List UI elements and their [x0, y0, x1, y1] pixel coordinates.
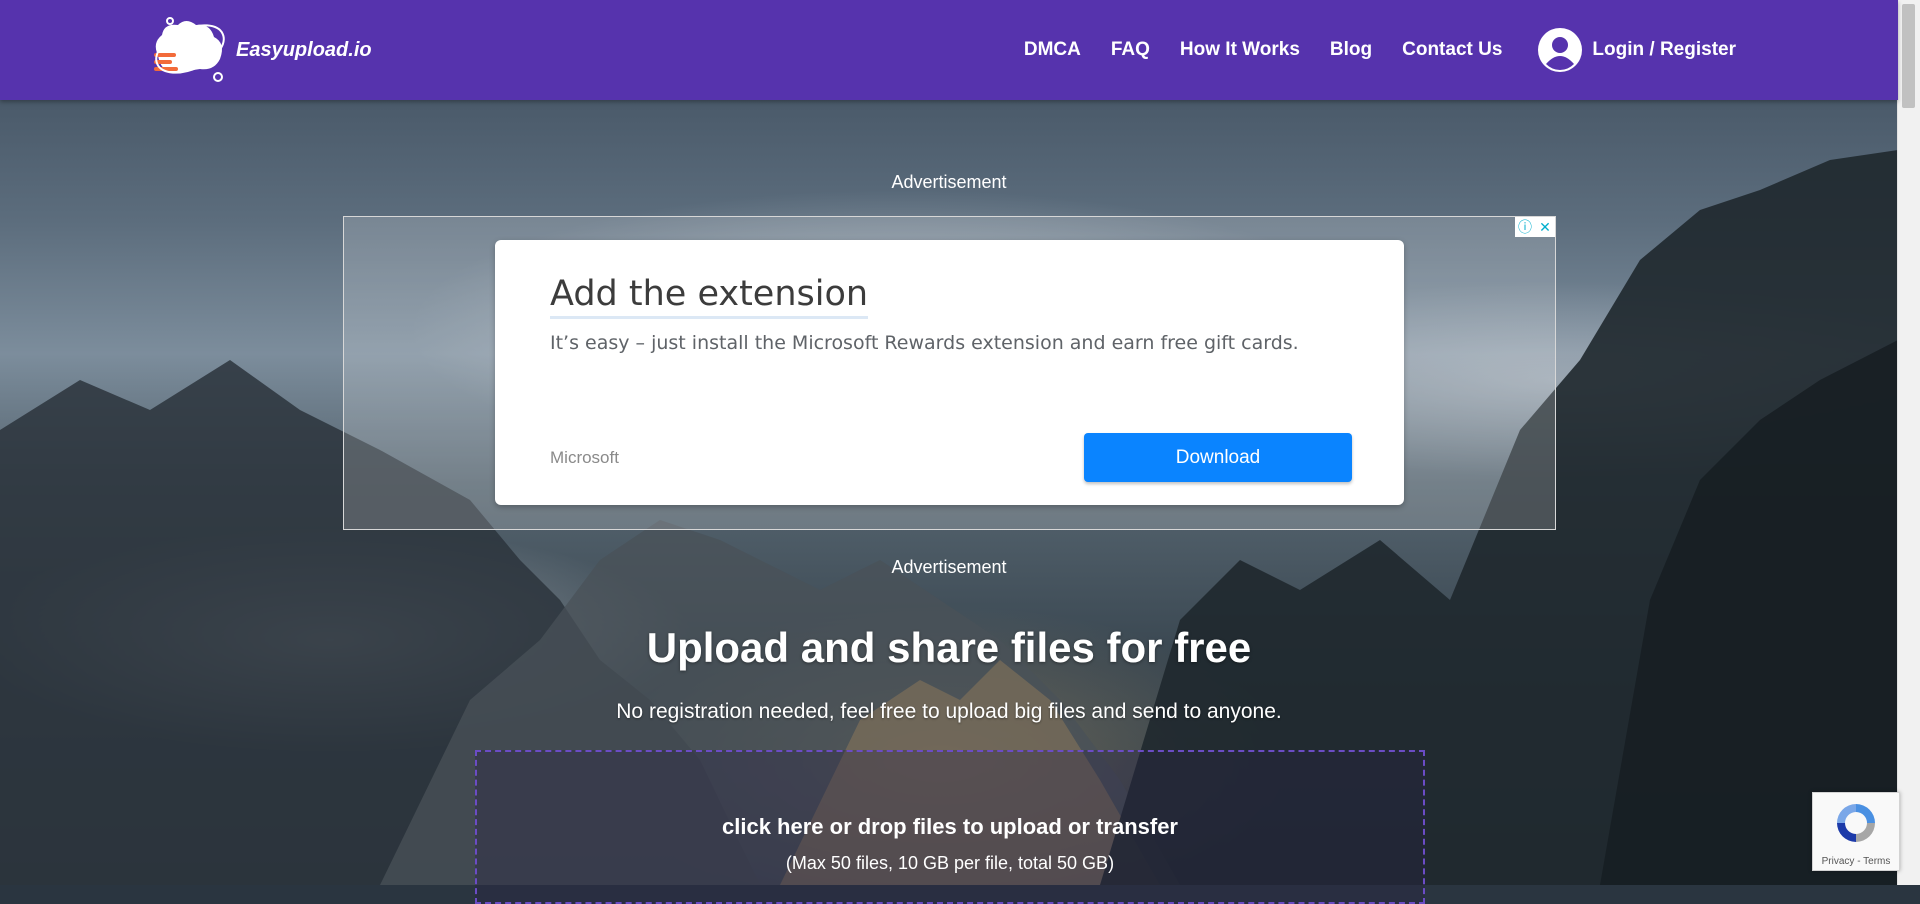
- ad-label-top: Advertisement: [891, 172, 1007, 192]
- cloud-heart-logo: [154, 17, 225, 82]
- main-nav: DMCA FAQ How It Works Blog Contact Us Lo…: [994, 0, 1736, 100]
- user-circle-icon: [1538, 28, 1583, 72]
- ad-headline[interactable]: Add the extension: [550, 274, 869, 319]
- login-register-link[interactable]: Login / Register: [1538, 28, 1736, 72]
- recaptcha-links[interactable]: Privacy - Terms: [1813, 856, 1899, 867]
- ad-card[interactable]: Add the extension It’s easy – just insta…: [495, 240, 1404, 505]
- page-subtitle: No registration needed, feel free to upl…: [616, 700, 1282, 723]
- ad-banner[interactable]: ⓘ ✕ Add the extension It’s easy – just i…: [343, 216, 1556, 530]
- ad-brand: Microsoft: [550, 448, 619, 467]
- ad-label-bottom: Advertisement: [891, 557, 1007, 577]
- nav-link-contact-us[interactable]: Contact Us: [1402, 39, 1502, 61]
- site-header: Easyupload.io DMCA FAQ How It Works Blog…: [0, 0, 1898, 100]
- page-scrollbar[interactable]: [1897, 0, 1920, 885]
- ad-download-button[interactable]: Download: [1084, 433, 1352, 482]
- page-title: Upload and share files for free: [646, 624, 1252, 671]
- recaptcha-logo-icon: [1837, 804, 1875, 842]
- nav-link-blog[interactable]: Blog: [1330, 39, 1372, 61]
- recaptcha-badge[interactable]: Privacy - Terms: [1812, 792, 1900, 871]
- ad-info-icon[interactable]: ⓘ: [1515, 217, 1535, 237]
- nav-link-dmca[interactable]: DMCA: [1024, 39, 1081, 61]
- ad-controls: ⓘ ✕: [1515, 217, 1555, 237]
- ad-close-icon[interactable]: ✕: [1535, 217, 1555, 237]
- upload-dropzone[interactable]: click here or drop files to upload or tr…: [475, 750, 1425, 904]
- dropzone-limits: (Max 50 files, 10 GB per file, total 50 …: [785, 853, 1115, 873]
- login-register-label: Login / Register: [1592, 39, 1736, 60]
- nav-link-faq[interactable]: FAQ: [1111, 39, 1150, 61]
- nav-link-how-it-works[interactable]: How It Works: [1180, 39, 1300, 61]
- scrollbar-thumb[interactable]: [1902, 4, 1915, 108]
- site-logo[interactable]: Easyupload.io: [150, 14, 372, 86]
- ad-description: It’s easy – just install the Microsoft R…: [550, 332, 1299, 354]
- dropzone-instruction: click here or drop files to upload or tr…: [722, 814, 1178, 839]
- logo-text: Easyupload.io: [236, 38, 372, 61]
